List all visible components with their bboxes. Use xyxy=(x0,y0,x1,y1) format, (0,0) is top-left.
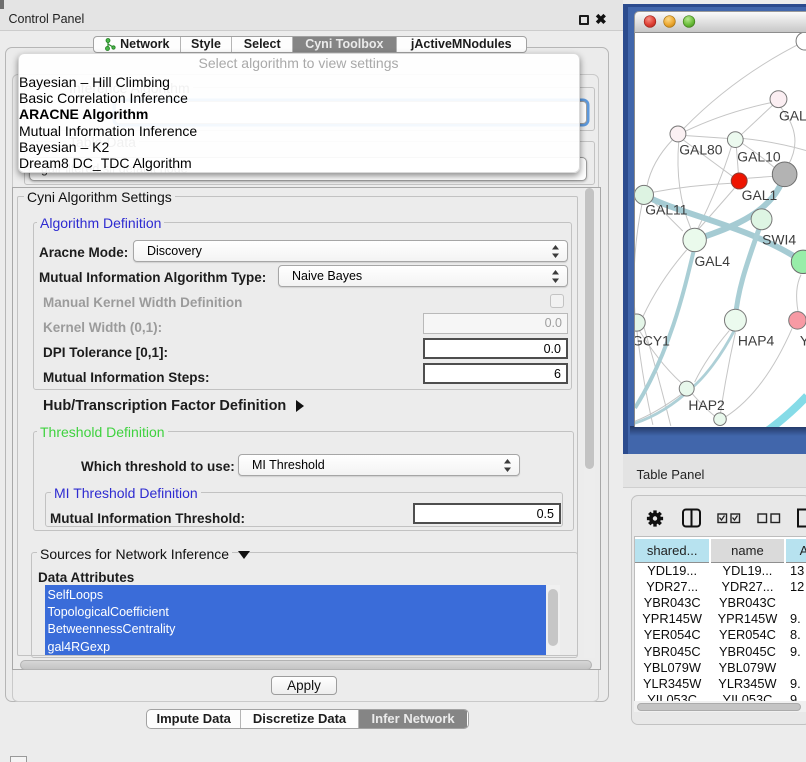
svg-text:HAP2: HAP2 xyxy=(688,397,725,413)
svg-text:HAP4: HAP4 xyxy=(738,332,775,348)
svg-text:YEL: YEL xyxy=(800,332,806,348)
svg-text:GAL11: GAL11 xyxy=(645,202,688,218)
svg-text:GAL10: GAL10 xyxy=(737,149,781,165)
svg-text:SWI4: SWI4 xyxy=(762,231,796,247)
svg-text:GAL2: GAL2 xyxy=(779,108,806,124)
svg-text:GAL80: GAL80 xyxy=(679,141,723,157)
svg-text:GAL1: GAL1 xyxy=(742,187,778,203)
svg-text:GAL4: GAL4 xyxy=(694,253,730,269)
svg-text:GCY1: GCY1 xyxy=(634,332,670,348)
